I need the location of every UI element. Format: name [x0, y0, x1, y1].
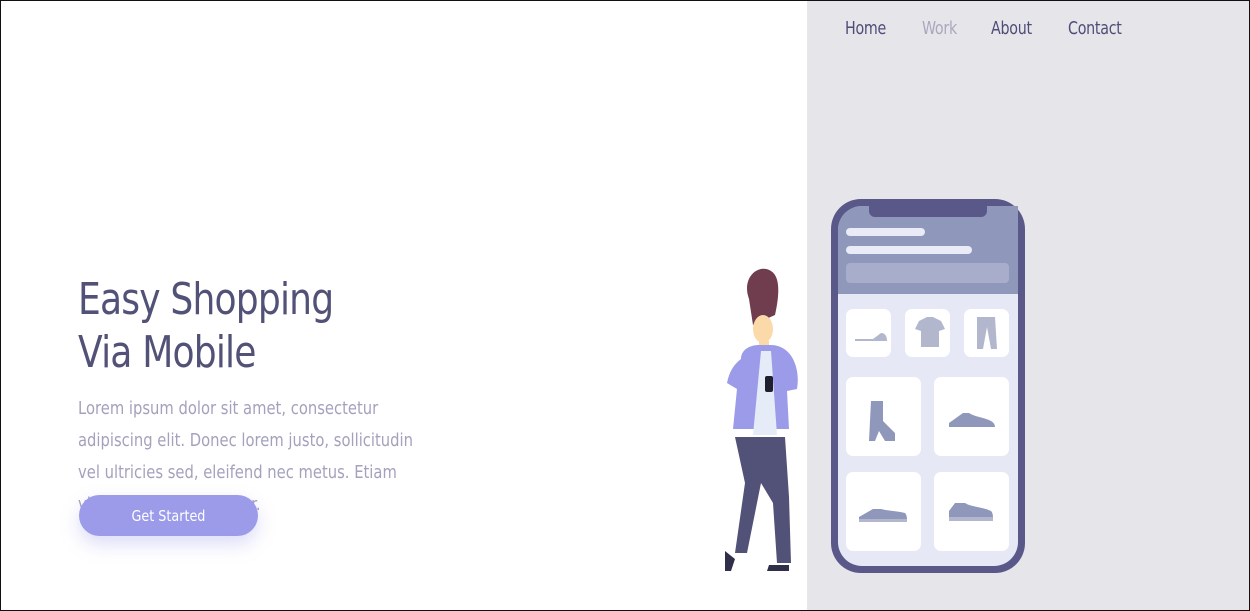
hero-title-line1: Easy Shopping: [78, 274, 334, 325]
nav-contact[interactable]: Contact: [1068, 18, 1122, 39]
woman-figure: [725, 268, 798, 571]
hero-title-line2: Via Mobile: [78, 327, 256, 378]
main-nav: Home Work About Contact: [845, 18, 1159, 39]
get-started-label: Get Started: [131, 506, 206, 525]
nav-about[interactable]: About: [991, 18, 1032, 39]
page: Home Work About Contact Easy Shopping Vi…: [0, 0, 1250, 611]
nav-work[interactable]: Work: [922, 18, 957, 39]
hero-title: Easy Shopping Via Mobile: [78, 273, 334, 379]
shopping-illustration: [725, 199, 1025, 573]
get-started-button[interactable]: Get Started: [79, 495, 258, 536]
nav-home[interactable]: Home: [845, 18, 886, 39]
